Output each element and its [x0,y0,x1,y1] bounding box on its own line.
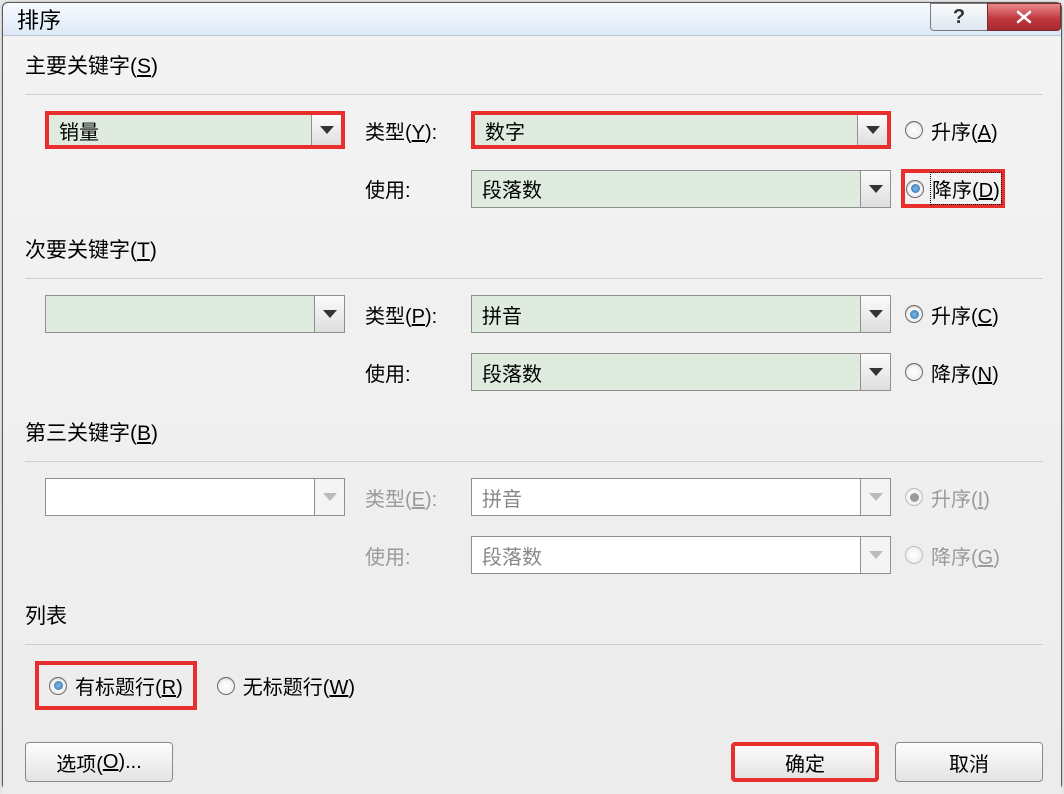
primary-use-value: 段落数 [472,174,860,203]
cancel-button[interactable]: 取消 [895,742,1043,782]
sort-dialog: 排序 ? 主要关键字(S) 销量 类型(Y): [2,2,1062,790]
divider [25,94,1043,95]
tertiary-type-combo: 拼音 [471,478,891,516]
secondary-type-combo[interactable]: 拼音 [471,295,891,333]
tertiary-key-row: 类型(E): 拼音 升序(I) [25,478,1043,516]
tertiary-use-row: 使用: 段落数 降序(G) [25,536,1043,574]
tertiary-type-value: 拼音 [472,483,860,512]
secondary-type-label: 类型(P): [365,300,467,329]
chevron-down-icon [860,537,890,573]
primary-key-row: 销量 类型(Y): 数字 升序(A) [25,111,1043,149]
secondary-type-value: 拼音 [472,300,860,329]
secondary-key-group-label: 次要关键字(T) [25,234,1043,264]
primary-key-value: 销量 [49,116,311,145]
primary-desc-highlight: 降序(D) [901,169,1005,208]
titlebar: 排序 ? [3,3,1061,36]
secondary-use-label: 使用: [365,358,467,387]
primary-type-combo[interactable]: 数字 [471,111,891,149]
tertiary-asc-radio: 升序(I) [905,483,990,512]
button-row: 选项(O)... 确定 取消 [25,742,1043,782]
chevron-down-icon [860,354,890,390]
has-header-radio[interactable]: 有标题行(R) [49,671,183,700]
has-header-highlight: 有标题行(R) [35,661,197,710]
primary-key-group-label: 主要关键字(S) [25,50,1043,80]
primary-asc-radio[interactable]: 升序(A) [905,116,998,145]
chevron-down-icon [860,479,890,515]
chevron-down-icon [314,479,344,515]
divider [25,644,1043,645]
tertiary-key-group-label: 第三关键字(B) [25,417,1043,447]
tertiary-key-combo[interactable] [45,478,345,516]
window-controls: ? [930,3,1061,33]
chevron-down-icon [860,296,890,332]
divider [25,461,1043,462]
chevron-down-icon [857,115,887,145]
secondary-desc-radio[interactable]: 降序(N) [905,358,999,387]
dialog-title: 排序 [17,3,61,35]
secondary-key-row: 类型(P): 拼音 升序(C) [25,295,1043,333]
primary-type-label: 类型(Y): [365,116,467,145]
primary-type-value: 数字 [475,116,857,145]
chevron-down-icon [860,171,890,207]
tertiary-use-combo: 段落数 [471,536,891,574]
dialog-content: 主要关键字(S) 销量 类型(Y): 数字 升序(A) 使用: [3,36,1061,794]
tertiary-desc-radio: 降序(G) [905,541,1000,570]
secondary-asc-radio[interactable]: 升序(C) [905,300,999,329]
secondary-use-value: 段落数 [472,358,860,387]
help-button[interactable]: ? [930,3,988,31]
no-header-radio[interactable]: 无标题行(W) [217,671,355,700]
divider [25,278,1043,279]
primary-desc-radio[interactable]: 降序(D) [906,174,1000,203]
secondary-use-combo[interactable]: 段落数 [471,353,891,391]
primary-key-combo[interactable]: 销量 [45,111,345,149]
secondary-use-row: 使用: 段落数 降序(N) [25,353,1043,391]
list-row: 有标题行(R) 无标题行(W) [35,661,1043,710]
primary-use-combo[interactable]: 段落数 [471,170,891,208]
secondary-key-combo[interactable] [45,295,345,333]
tertiary-use-value: 段落数 [472,541,860,570]
chevron-down-icon [314,296,344,332]
list-group-label: 列表 [25,600,1043,630]
options-button[interactable]: 选项(O)... [25,742,173,782]
chevron-down-icon [311,115,341,145]
ok-button[interactable]: 确定 [731,742,879,782]
tertiary-type-label: 类型(E): [365,483,467,512]
close-icon [1014,10,1034,24]
primary-use-label: 使用: [365,174,467,203]
primary-use-row: 使用: 段落数 降序(D) [25,169,1043,208]
tertiary-use-label: 使用: [365,541,467,570]
close-button[interactable] [987,3,1061,31]
